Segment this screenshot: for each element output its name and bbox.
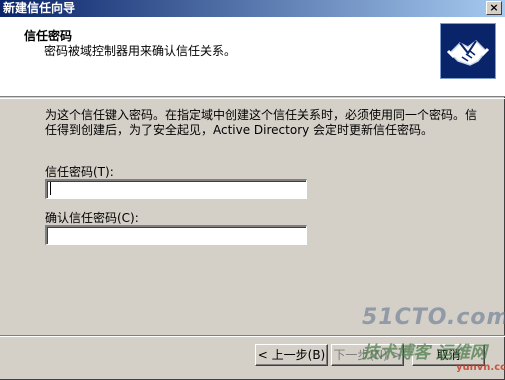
trust-password-label: 信任密码(T): (45, 165, 114, 179)
cancel-button[interactable]: 取消 (412, 344, 485, 366)
close-button[interactable]: × (486, 1, 502, 15)
trust-password-field[interactable] (45, 179, 307, 199)
window-title: 新建信任向导 (3, 1, 76, 15)
watermark-51cto: 51CTO.com (362, 305, 505, 330)
header-divider (0, 98, 505, 99)
button-separator (0, 335, 505, 337)
new-trust-wizard-dialog: 新建信任向导 × 信任密码 密码被域控制器用来确认信任关系。 为这个信任键入密码… (0, 0, 505, 380)
confirm-password-label: 确认信任密码(C): (45, 211, 139, 225)
confirm-password-field[interactable] (45, 225, 307, 245)
handshake-icon (440, 23, 496, 79)
next-button[interactable]: 下一步(N) > (331, 344, 404, 366)
text-caret (50, 182, 51, 195)
wizard-header: 信任密码 密码被域控制器用来确认信任关系。 (0, 17, 505, 97)
instruction-text: 为这个信任键入密码。在指定域中创建这个信任关系时，必须使用同一个密码。信任得到创… (45, 108, 478, 137)
page-subtitle: 密码被域控制器用来确认信任关系。 (44, 44, 237, 58)
title-bar[interactable]: 新建信任向导 × (0, 0, 505, 17)
back-button[interactable]: < 上一步(B) (255, 344, 328, 366)
